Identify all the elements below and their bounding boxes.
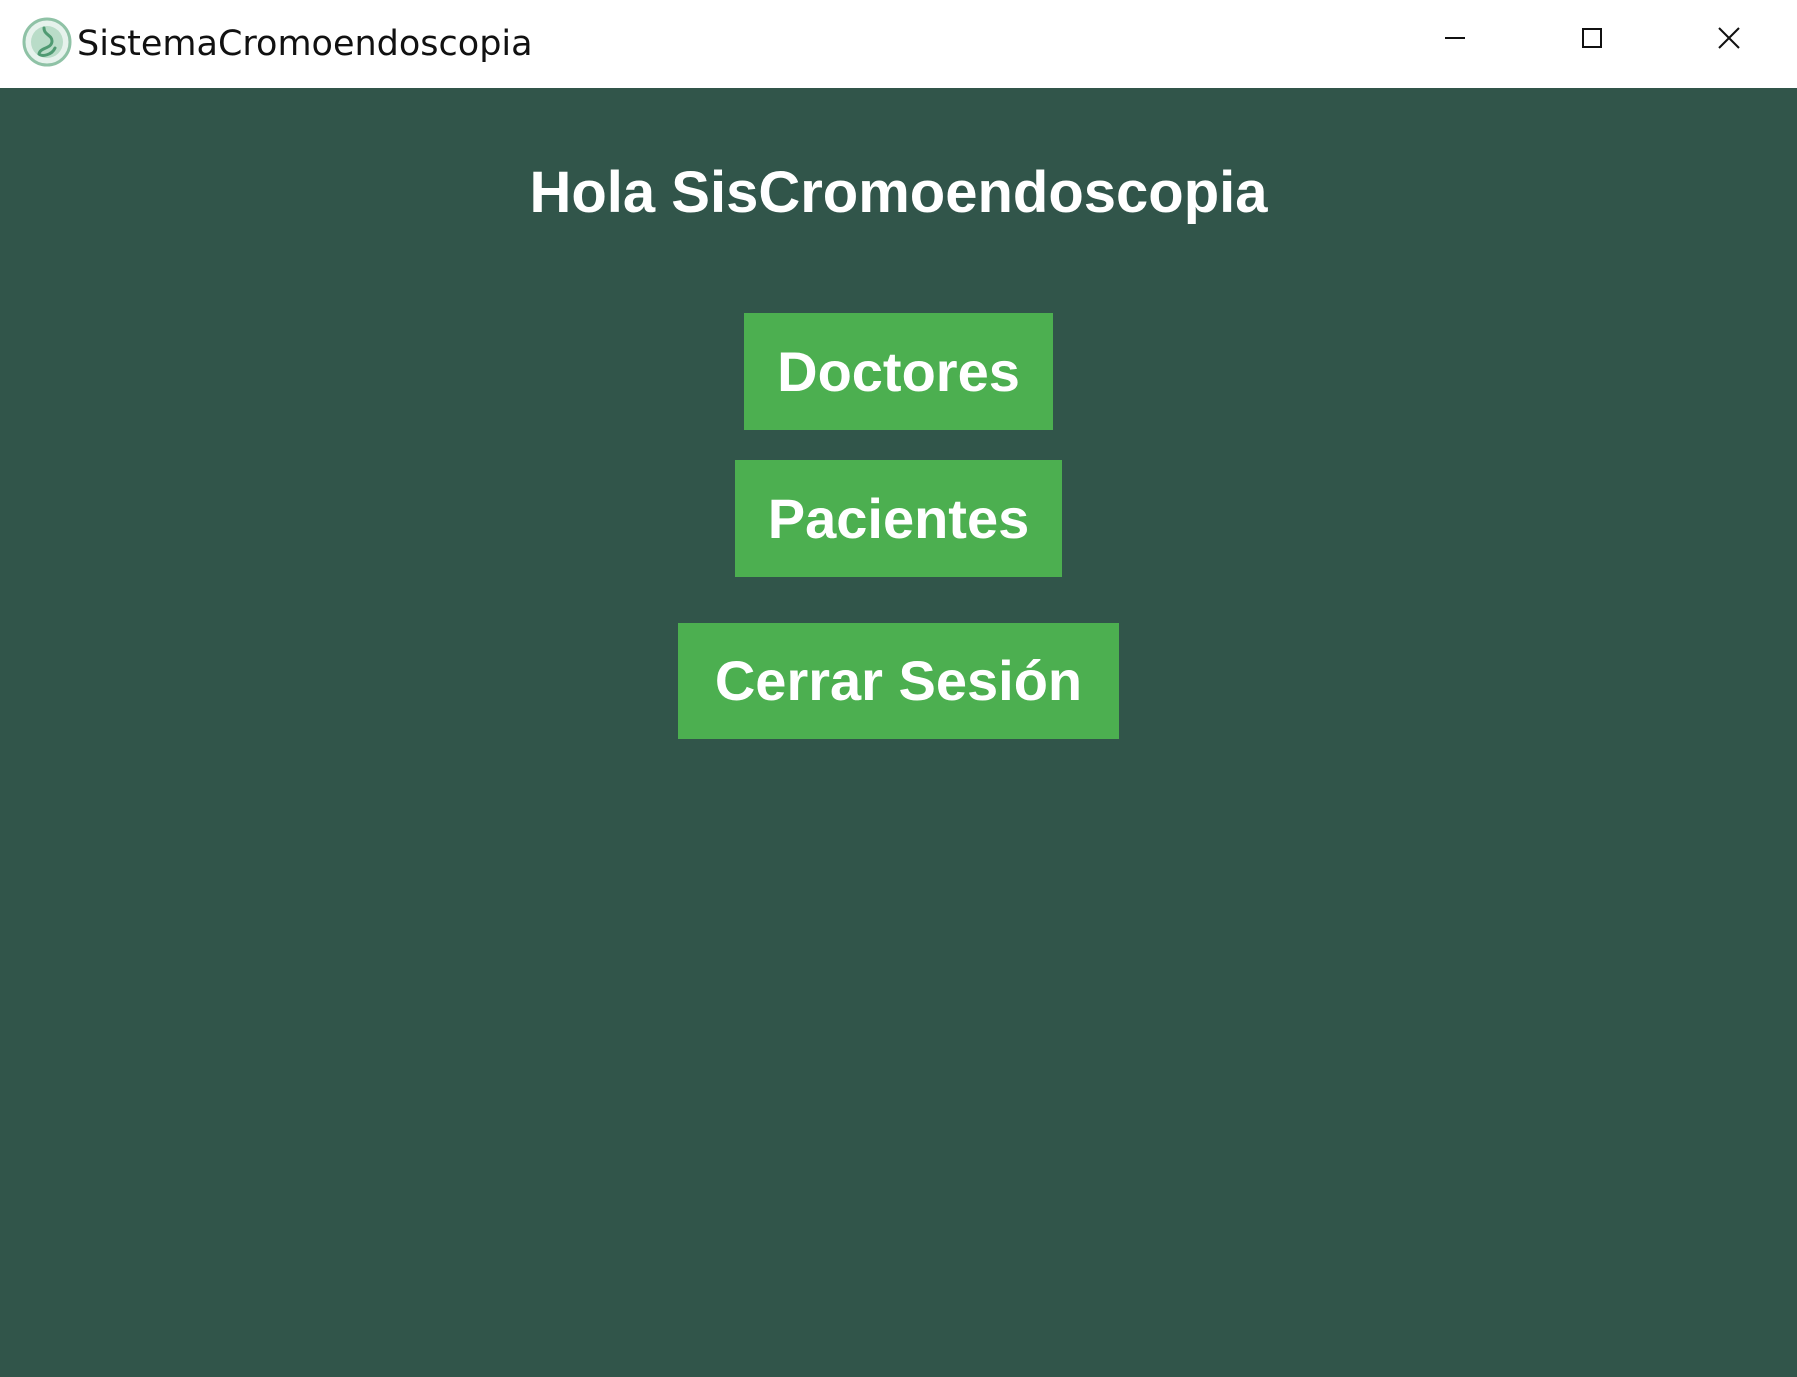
stomach-logo-icon [22, 17, 72, 67]
doctores-button[interactable]: Doctores [744, 313, 1053, 430]
window-title: SistemaCromoendoscopia [77, 24, 533, 64]
pacientes-button[interactable]: Pacientes [735, 460, 1062, 577]
logout-button[interactable]: Cerrar Sesión [678, 623, 1119, 739]
minimize-button[interactable] [1386, 0, 1524, 80]
app-window: SistemaCromoendoscopia Hola SisCromoendo… [0, 0, 1797, 1377]
title-bar[interactable]: SistemaCromoendoscopia [0, 0, 1797, 88]
minimize-icon [1443, 26, 1467, 55]
close-button[interactable] [1660, 0, 1797, 80]
greeting-heading: Hola SisCromoendoscopia [529, 160, 1268, 225]
maximize-button[interactable] [1523, 0, 1661, 80]
maximize-icon [1580, 26, 1604, 55]
close-icon [1716, 25, 1742, 56]
